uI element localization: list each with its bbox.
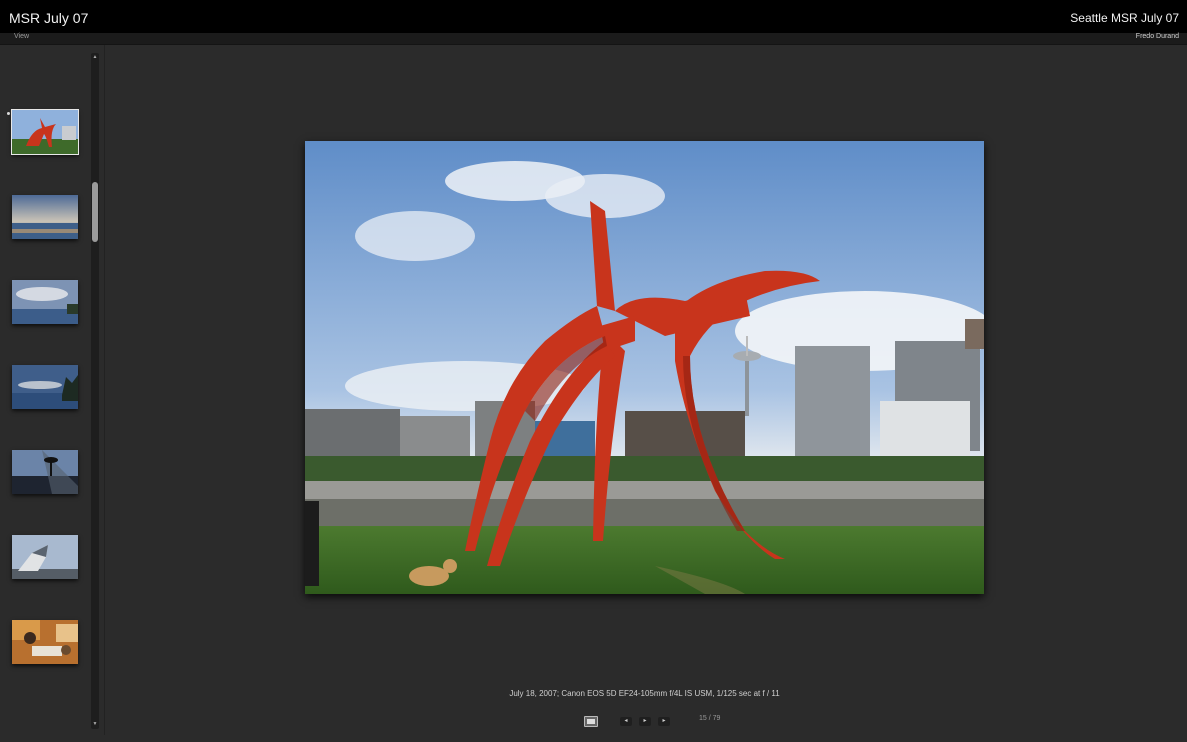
fullscreen-toggle-button[interactable]: [584, 716, 598, 727]
filmstrip-scrollbar[interactable]: ▲ ▼: [91, 53, 99, 729]
thumbnail-4[interactable]: [12, 365, 78, 409]
main-photo: [305, 141, 995, 594]
menu-bar: View Fredo Durand: [0, 33, 1187, 45]
selection-marker: [7, 112, 10, 115]
play-icon: ▸: [643, 718, 647, 724]
next-button[interactable]: ▸: [658, 717, 670, 726]
thumbnail-2[interactable]: [12, 195, 78, 239]
scroll-down-arrow[interactable]: ▼: [91, 720, 99, 729]
play-button[interactable]: ▸: [639, 717, 651, 726]
previous-button[interactable]: ◂: [620, 717, 632, 726]
thumbnail-5[interactable]: [12, 450, 78, 494]
photo-counter: 15 / 79: [699, 715, 721, 722]
scroll-thumb[interactable]: [92, 182, 98, 242]
author-name: Fredo Durand: [1135, 33, 1179, 40]
previous-icon: ◂: [624, 718, 628, 724]
thumbnail-7[interactable]: [12, 620, 78, 664]
thumbnail-6[interactable]: [12, 535, 78, 579]
gallery-title: Seattle MSR July 07: [1070, 11, 1179, 25]
photo-caption: July 18, 2007; Canon EOS 5D EF24-105mm f…: [509, 689, 780, 698]
next-icon: ▸: [662, 718, 666, 724]
app-title: MSR July 07: [9, 10, 89, 26]
thumbnail-1[interactable]: [11, 109, 79, 155]
view-menu[interactable]: View: [14, 33, 29, 40]
scroll-up-arrow[interactable]: ▲: [91, 53, 99, 62]
title-bar: MSR July 07 Seattle MSR July 07: [0, 0, 1187, 33]
filmstrip: ▲ ▼: [0, 45, 105, 735]
thumbnail-3[interactable]: [12, 280, 78, 324]
